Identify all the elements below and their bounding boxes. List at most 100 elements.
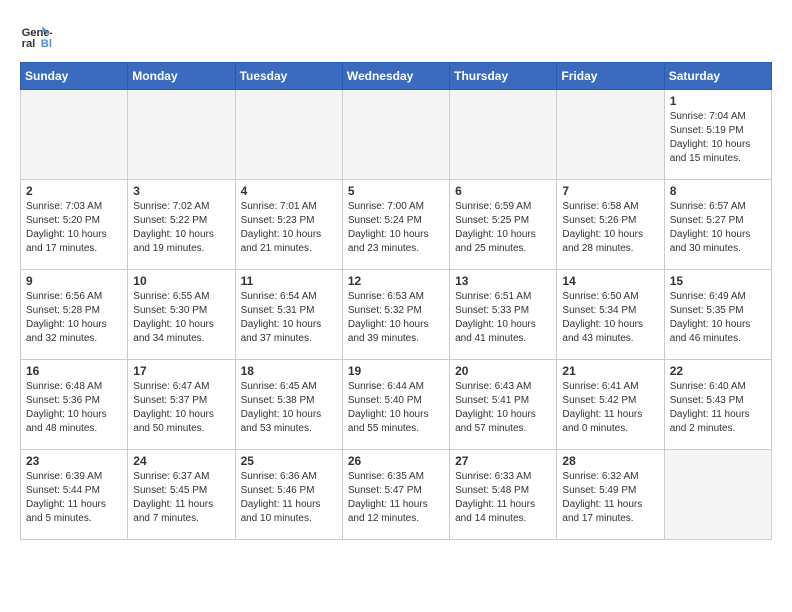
day-info: Sunrise: 6:43 AM Sunset: 5:41 PM Dayligh… <box>455 380 551 436</box>
calendar-day-cell <box>664 450 771 540</box>
calendar-day-cell <box>235 90 342 180</box>
day-number: 13 <box>455 274 551 288</box>
calendar-day-cell: 1 Sunrise: 7:04 AM Sunset: 5:19 PM Daylig… <box>664 90 771 180</box>
day-number: 10 <box>133 274 229 288</box>
calendar-day-cell: 28 Sunrise: 6:32 AM Sunset: 5:49 PM Dayli… <box>557 450 664 540</box>
day-info: Sunrise: 6:40 AM Sunset: 5:43 PM Dayligh… <box>670 380 766 436</box>
calendar-day-cell <box>450 90 557 180</box>
calendar-day-cell: 2 Sunrise: 7:03 AM Sunset: 5:20 PM Daylig… <box>21 180 128 270</box>
day-number: 21 <box>562 364 658 378</box>
svg-text:Blue: Blue <box>41 38 52 50</box>
day-number: 25 <box>241 454 337 468</box>
calendar-day-cell: 22 Sunrise: 6:40 AM Sunset: 5:43 PM Dayli… <box>664 360 771 450</box>
day-number: 2 <box>26 184 122 198</box>
day-number: 9 <box>26 274 122 288</box>
day-number: 1 <box>670 94 766 108</box>
day-info: Sunrise: 6:48 AM Sunset: 5:36 PM Dayligh… <box>26 380 122 436</box>
day-number: 3 <box>133 184 229 198</box>
day-number: 7 <box>562 184 658 198</box>
calendar-day-cell <box>557 90 664 180</box>
day-number: 16 <box>26 364 122 378</box>
calendar-week-row: 1 Sunrise: 7:04 AM Sunset: 5:19 PM Daylig… <box>21 90 772 180</box>
calendar-day-cell: 17 Sunrise: 6:47 AM Sunset: 5:37 PM Dayli… <box>128 360 235 450</box>
day-number: 6 <box>455 184 551 198</box>
day-info: Sunrise: 6:36 AM Sunset: 5:46 PM Dayligh… <box>241 470 337 526</box>
logo: Gene- ral Blue <box>20 20 56 52</box>
day-of-week-header: Thursday <box>450 63 557 90</box>
calendar-day-cell: 9 Sunrise: 6:56 AM Sunset: 5:28 PM Daylig… <box>21 270 128 360</box>
calendar-week-row: 2 Sunrise: 7:03 AM Sunset: 5:20 PM Daylig… <box>21 180 772 270</box>
calendar-day-cell: 8 Sunrise: 6:57 AM Sunset: 5:27 PM Daylig… <box>664 180 771 270</box>
calendar-day-cell: 26 Sunrise: 6:35 AM Sunset: 5:47 PM Dayli… <box>342 450 449 540</box>
calendar-day-cell: 10 Sunrise: 6:55 AM Sunset: 5:30 PM Dayli… <box>128 270 235 360</box>
calendar-day-cell: 16 Sunrise: 6:48 AM Sunset: 5:36 PM Dayli… <box>21 360 128 450</box>
day-info: Sunrise: 6:33 AM Sunset: 5:48 PM Dayligh… <box>455 470 551 526</box>
calendar-week-row: 9 Sunrise: 6:56 AM Sunset: 5:28 PM Daylig… <box>21 270 772 360</box>
day-info: Sunrise: 7:03 AM Sunset: 5:20 PM Dayligh… <box>26 200 122 256</box>
day-info: Sunrise: 6:35 AM Sunset: 5:47 PM Dayligh… <box>348 470 444 526</box>
svg-text:ral: ral <box>22 38 36 50</box>
day-number: 8 <box>670 184 766 198</box>
day-of-week-header: Monday <box>128 63 235 90</box>
calendar-day-cell: 15 Sunrise: 6:49 AM Sunset: 5:35 PM Dayli… <box>664 270 771 360</box>
day-info: Sunrise: 7:04 AM Sunset: 5:19 PM Dayligh… <box>670 110 766 166</box>
day-info: Sunrise: 6:53 AM Sunset: 5:32 PM Dayligh… <box>348 290 444 346</box>
calendar-day-cell: 11Sunrise: 6:54 AM Sunset: 5:31 PM Dayli… <box>235 270 342 360</box>
calendar-day-cell: 24Sunrise: 6:37 AM Sunset: 5:45 PM Dayli… <box>128 450 235 540</box>
day-info: Sunrise: 6:47 AM Sunset: 5:37 PM Dayligh… <box>133 380 229 436</box>
day-of-week-header: Friday <box>557 63 664 90</box>
calendar-day-cell <box>21 90 128 180</box>
day-info: Sunrise: 7:00 AM Sunset: 5:24 PM Dayligh… <box>348 200 444 256</box>
day-info: Sunrise: 6:59 AM Sunset: 5:25 PM Dayligh… <box>455 200 551 256</box>
day-info: Sunrise: 6:58 AM Sunset: 5:26 PM Dayligh… <box>562 200 658 256</box>
day-number: 24 <box>133 454 229 468</box>
calendar-day-cell: 23 Sunrise: 6:39 AM Sunset: 5:44 PM Dayli… <box>21 450 128 540</box>
calendar-day-cell: 5 Sunrise: 7:00 AM Sunset: 5:24 PM Daylig… <box>342 180 449 270</box>
day-info: Sunrise: 6:57 AM Sunset: 5:27 PM Dayligh… <box>670 200 766 256</box>
calendar-day-cell: 4 Sunrise: 7:01 AM Sunset: 5:23 PM Daylig… <box>235 180 342 270</box>
day-info: Sunrise: 6:44 AM Sunset: 5:40 PM Dayligh… <box>348 380 444 436</box>
day-info: Sunrise: 6:49 AM Sunset: 5:35 PM Dayligh… <box>670 290 766 346</box>
day-number: 15 <box>670 274 766 288</box>
day-number: 19 <box>348 364 444 378</box>
day-number: 23 <box>26 454 122 468</box>
day-number: 26 <box>348 454 444 468</box>
calendar-week-row: 16 Sunrise: 6:48 AM Sunset: 5:36 PM Dayli… <box>21 360 772 450</box>
calendar-day-cell: 27 Sunrise: 6:33 AM Sunset: 5:48 PM Dayli… <box>450 450 557 540</box>
day-info: Sunrise: 6:50 AM Sunset: 5:34 PM Dayligh… <box>562 290 658 346</box>
calendar-header-row: SundayMondayTuesdayWednesdayThursdayFrid… <box>21 63 772 90</box>
day-number: 28 <box>562 454 658 468</box>
calendar-day-cell: 18Sunrise: 6:45 AM Sunset: 5:38 PM Dayli… <box>235 360 342 450</box>
calendar-day-cell: 7 Sunrise: 6:58 AM Sunset: 5:26 PM Daylig… <box>557 180 664 270</box>
day-of-week-header: Sunday <box>21 63 128 90</box>
calendar-day-cell: 6 Sunrise: 6:59 AM Sunset: 5:25 PM Daylig… <box>450 180 557 270</box>
calendar-table: SundayMondayTuesdayWednesdayThursdayFrid… <box>20 62 772 540</box>
day-number: 4 <box>241 184 337 198</box>
day-info: Sunrise: 6:32 AM Sunset: 5:49 PM Dayligh… <box>562 470 658 526</box>
day-of-week-header: Saturday <box>664 63 771 90</box>
calendar-day-cell: 20 Sunrise: 6:43 AM Sunset: 5:41 PM Dayli… <box>450 360 557 450</box>
day-info: Sunrise: 7:01 AM Sunset: 5:23 PM Dayligh… <box>241 200 337 256</box>
day-number: 11 <box>241 274 337 288</box>
day-info: Sunrise: 6:56 AM Sunset: 5:28 PM Dayligh… <box>26 290 122 346</box>
day-info: Sunrise: 6:55 AM Sunset: 5:30 PM Dayligh… <box>133 290 229 346</box>
day-info: Sunrise: 6:51 AM Sunset: 5:33 PM Dayligh… <box>455 290 551 346</box>
day-number: 20 <box>455 364 551 378</box>
calendar-week-row: 23 Sunrise: 6:39 AM Sunset: 5:44 PM Dayli… <box>21 450 772 540</box>
calendar-day-cell <box>342 90 449 180</box>
day-info: Sunrise: 6:45 AM Sunset: 5:38 PM Dayligh… <box>241 380 337 436</box>
day-number: 22 <box>670 364 766 378</box>
day-info: Sunrise: 6:39 AM Sunset: 5:44 PM Dayligh… <box>26 470 122 526</box>
day-number: 17 <box>133 364 229 378</box>
calendar-day-cell: 21 Sunrise: 6:41 AM Sunset: 5:42 PM Dayli… <box>557 360 664 450</box>
day-number: 5 <box>348 184 444 198</box>
day-number: 14 <box>562 274 658 288</box>
calendar-day-cell: 25 Sunrise: 6:36 AM Sunset: 5:46 PM Dayli… <box>235 450 342 540</box>
page-header: Gene- ral Blue <box>20 20 772 52</box>
day-of-week-header: Tuesday <box>235 63 342 90</box>
calendar-day-cell <box>128 90 235 180</box>
calendar-day-cell: 12 Sunrise: 6:53 AM Sunset: 5:32 PM Dayli… <box>342 270 449 360</box>
day-info: Sunrise: 6:41 AM Sunset: 5:42 PM Dayligh… <box>562 380 658 436</box>
day-number: 12 <box>348 274 444 288</box>
day-number: 27 <box>455 454 551 468</box>
